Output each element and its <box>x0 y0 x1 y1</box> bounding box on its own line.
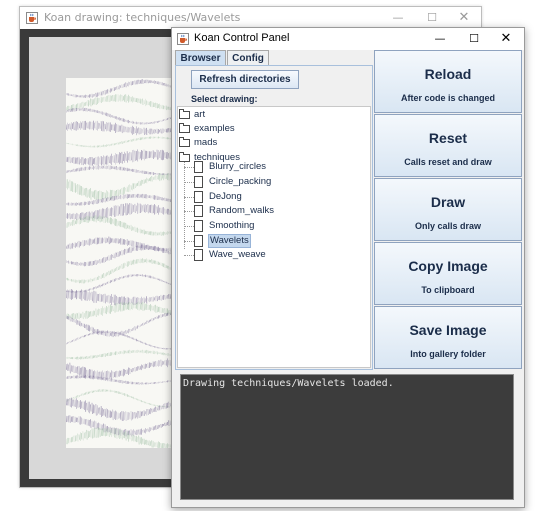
wavelet-band <box>66 358 183 381</box>
copy-image-button-title: Copy Image <box>408 258 488 274</box>
refresh-directories-button[interactable]: Refresh directories <box>191 70 299 89</box>
maximize-icon[interactable]: ☐ <box>466 31 482 47</box>
wavelet-band <box>66 120 183 136</box>
tree-connector <box>184 197 194 198</box>
file-icon <box>194 235 203 247</box>
control-panel-titlebar[interactable]: Koan Control Panel — ☐ ✕ <box>172 28 524 50</box>
tree-connector <box>184 241 194 242</box>
minimize-icon[interactable]: — <box>390 10 406 26</box>
wavelets-drawing <box>66 78 183 448</box>
folder-icon <box>179 137 190 147</box>
drawing-window-title: Koan drawing: techniques/Wavelets <box>44 11 241 24</box>
folder-icon <box>179 123 190 133</box>
wavelet-band <box>66 258 183 284</box>
draw-button-subtitle: Only calls draw <box>414 221 482 231</box>
save-image-button[interactable]: Save Image Into gallery folder <box>374 306 522 369</box>
folder-icon <box>179 109 190 119</box>
wavelet-band <box>66 301 183 320</box>
save-image-button-subtitle: Into gallery folder <box>410 349 486 359</box>
wavelet-band <box>66 375 183 385</box>
wavelet-band <box>66 107 183 125</box>
wavelet-band <box>66 165 183 176</box>
control-panel-title: Koan Control Panel <box>194 32 290 44</box>
reset-button-title: Reset <box>428 130 468 146</box>
file-icon <box>194 191 203 203</box>
browser-panel: Refresh directories Select drawing: art … <box>175 65 373 370</box>
drawing-tree[interactable]: art examples mads techniques Blurry_circ… <box>177 106 371 368</box>
wavelet-band <box>66 193 183 206</box>
file-icon <box>194 249 203 261</box>
close-icon[interactable]: ✕ <box>498 31 514 47</box>
tab-browser[interactable]: Browser <box>175 50 226 65</box>
console-output[interactable]: Drawing techniques/Wavelets loaded. <box>180 374 514 500</box>
reset-button-subtitle: Calls reset and draw <box>404 157 492 167</box>
file-icon <box>194 205 203 217</box>
file-icon <box>194 176 203 188</box>
control-panel-window: Koan Control Panel — ☐ ✕ Browser Config … <box>171 27 525 508</box>
draw-button[interactable]: Draw Only calls draw <box>374 178 522 241</box>
drawing-window-titlebar[interactable]: Koan drawing: techniques/Wavelets — ☐ ✕ <box>20 7 481 29</box>
minimize-icon[interactable]: — <box>432 31 448 47</box>
wavelet-band <box>66 330 183 350</box>
tab-config[interactable]: Config <box>227 50 269 65</box>
wavelets-artwork <box>66 79 183 448</box>
wavelet-band <box>66 397 183 422</box>
wavelet-band <box>66 311 183 338</box>
wavelet-band <box>66 389 183 408</box>
tree-connector <box>184 182 194 183</box>
java-cup-icon <box>26 12 38 24</box>
file-icon <box>194 220 203 232</box>
select-drawing-label: Select drawing: <box>191 94 258 104</box>
java-cup-icon <box>177 33 189 45</box>
wavelet-band <box>66 273 183 293</box>
wavelet-band <box>66 214 183 236</box>
copy-image-button-subtitle: To clipboard <box>421 285 475 295</box>
maximize-icon[interactable]: ☐ <box>424 10 440 26</box>
file-icon <box>194 161 203 173</box>
close-icon[interactable]: ✕ <box>456 10 472 26</box>
save-image-button-title: Save Image <box>409 322 487 338</box>
reset-button[interactable]: Reset Calls reset and draw <box>374 114 522 177</box>
wavelet-band <box>66 202 183 221</box>
wavelet-band <box>66 136 183 148</box>
copy-image-button[interactable]: Copy Image To clipboard <box>374 242 522 305</box>
tree-connector <box>184 255 194 256</box>
tree-connector <box>184 211 194 212</box>
draw-button-title: Draw <box>430 194 466 210</box>
console-text: Drawing techniques/Wavelets loaded. <box>183 378 394 389</box>
reload-button-title: Reload <box>424 66 472 82</box>
wavelet-band <box>66 94 183 112</box>
reload-button[interactable]: Reload After code is changed <box>374 50 522 113</box>
open-folder-icon <box>179 152 190 162</box>
tree-connector <box>184 160 185 249</box>
wavelet-band <box>66 149 183 166</box>
tree-connector <box>184 167 194 168</box>
tree-connector <box>184 226 194 227</box>
wavelet-band <box>66 349 183 360</box>
reload-button-subtitle: After code is changed <box>400 93 496 103</box>
